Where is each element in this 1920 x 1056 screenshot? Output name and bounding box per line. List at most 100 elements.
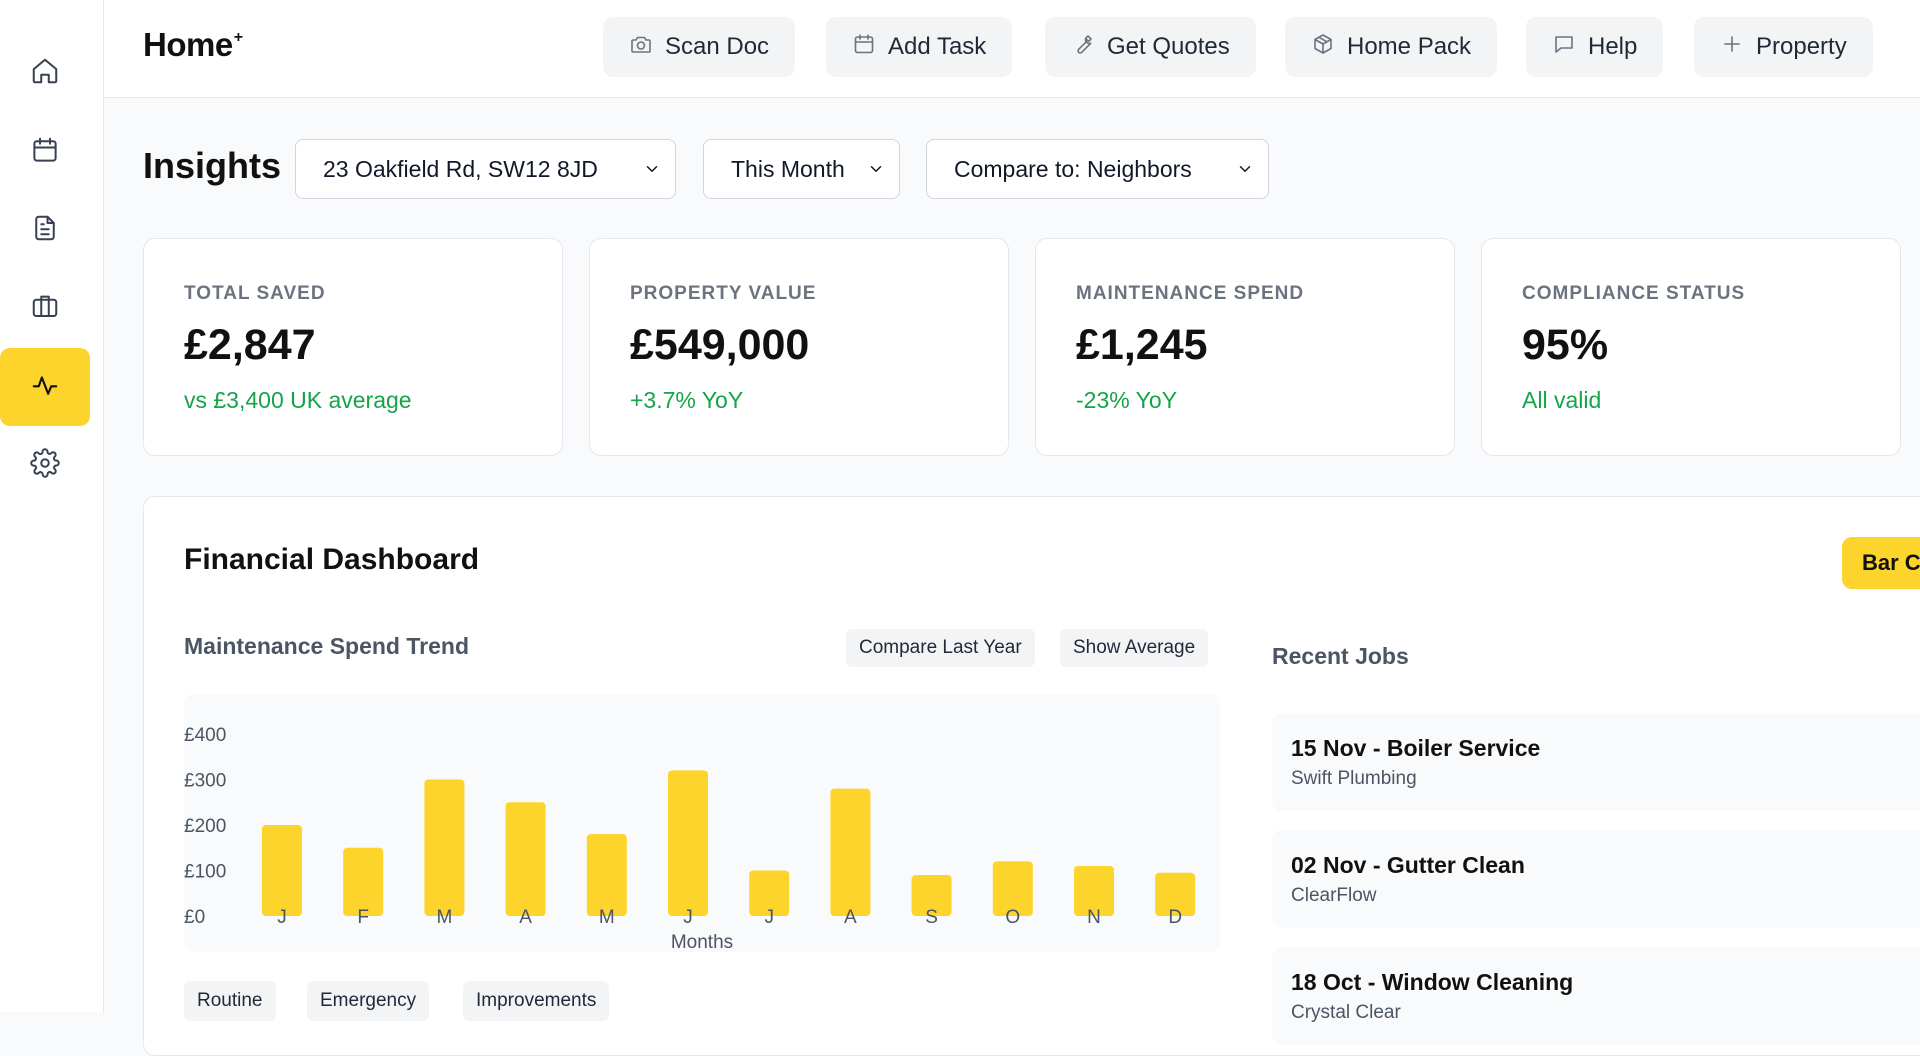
job-card[interactable]: 02 Nov - Gutter Clean ClearFlow [1272,830,1920,928]
plus-icon [1720,32,1744,63]
stat-subtext: -23% YoY [1076,387,1178,413]
calendar-icon [852,32,876,63]
bar [424,779,465,916]
property-select-value: 23 Oakfield Rd, SW12 8JD [323,155,598,182]
top-bar: Home+ Scan Doc Add Task Get Quotes Home … [104,0,1920,98]
activity-icon [30,370,60,405]
chevron-down-icon [870,166,882,172]
camera-icon [629,32,653,63]
brand-name: Home [143,26,233,63]
y-tick-label: £200 [184,816,226,837]
compare-select-value: Compare to: Neighbors [954,155,1192,182]
stat-label: COMPLIANCE STATUS [1522,283,1746,304]
gear-icon [30,447,60,483]
x-tick-label: S [925,907,938,928]
calendar-icon [30,135,60,170]
x-tick-label: A [844,907,857,928]
x-tick-label: M [599,907,615,928]
job-title: 15 Nov - Boiler Service [1291,735,1541,761]
job-title: 18 Oct - Window Cleaning [1291,969,1574,995]
category-filter-routine[interactable]: Routine [184,981,276,1021]
stat-value: £1,245 [1076,321,1208,369]
home-icon [30,56,60,91]
job-card[interactable]: 15 Nov - Boiler Service Swift Plumbing [1272,713,1920,811]
bar [505,802,546,916]
brand-logo[interactable]: Home+ [143,26,243,64]
briefcase-icon [30,291,60,326]
get-quotes-button[interactable]: Get Quotes [1045,17,1256,77]
sidebar-item-settings[interactable] [0,426,90,504]
add-property-label: Property [1756,33,1847,60]
stat-card-maintenance-spend: MAINTENANCE SPEND £1,245 -23% YoY [1035,238,1455,456]
sidebar-item-documents[interactable] [0,191,90,269]
property-select[interactable]: 23 Oakfield Rd, SW12 8JD [295,139,676,199]
bar [668,770,708,916]
add-task-button[interactable]: Add Task [826,17,1013,77]
maintenance-spend-chart: £0 £100 £200 £300 £400 J F M A M J J A S O N D Months [184,694,1220,952]
home-pack-label: Home Pack [1347,33,1472,60]
x-tick-label: J [764,907,774,928]
period-select[interactable]: This Month [703,139,900,199]
y-tick-label: £100 [184,862,226,883]
help-button[interactable]: Help [1526,17,1664,77]
get-quotes-label: Get Quotes [1107,33,1230,60]
job-card[interactable]: 18 Oct - Window Cleaning Crystal Clear [1272,947,1920,1045]
y-tick-label: £400 [184,725,226,746]
stat-card-property-value: PROPERTY VALUE £549,000 +3.7% YoY [589,238,1009,456]
stat-subtext: All valid [1522,387,1602,413]
category-filter-improvements[interactable]: Improvements [463,981,610,1021]
job-title: 02 Nov - Gutter Clean [1291,852,1525,878]
sidebar [0,0,104,1012]
job-company: Crystal Clear [1291,1002,1401,1023]
recent-jobs-title: Recent Jobs [1272,643,1409,669]
stat-value: £2,847 [184,321,316,369]
compare-select[interactable]: Compare to: Neighbors [926,139,1269,199]
bar [830,788,871,916]
period-select-value: This Month [731,155,845,182]
stat-subtext: vs £3,400 UK average [184,387,412,413]
compare-last-year-button[interactable]: Compare Last Year [846,629,1035,667]
wrench-icon [1071,32,1095,63]
category-filter-emergency[interactable]: Emergency [307,981,430,1021]
financial-dashboard-panel: Financial Dashboard Bar C Maintenance Sp… [143,496,1920,1056]
x-tick-label: N [1087,907,1101,928]
chevron-down-icon [646,166,658,172]
stat-value: £549,000 [630,321,810,369]
x-tick-label: O [1005,907,1020,928]
x-tick-label: J [683,907,693,928]
x-tick-label: F [357,907,369,928]
show-average-button[interactable]: Show Average [1060,629,1209,667]
add-task-label: Add Task [888,33,987,60]
stat-label: TOTAL SAVED [184,283,326,304]
bar-chart: £0 £100 £200 £300 £400 J F M A M J J A S O N D Months [184,725,1196,952]
sidebar-item-calendar[interactable] [0,113,90,191]
sidebar-item-insights[interactable] [0,348,90,426]
stat-card-total-saved: TOTAL SAVED £2,847 vs £3,400 UK average [143,238,563,456]
stat-card-compliance-status: COMPLIANCE STATUS 95% All valid [1481,238,1901,456]
page-title: Insights [143,145,282,186]
sidebar-item-home[interactable] [0,34,90,112]
stat-label: MAINTENANCE SPEND [1076,283,1305,304]
sidebar-item-services[interactable] [0,269,90,347]
job-company: Swift Plumbing [1291,768,1417,789]
stat-value: 95% [1522,321,1609,369]
x-tick-label: M [436,907,452,928]
chart-title: Maintenance Spend Trend [184,633,469,659]
scan-doc-label: Scan Doc [665,33,770,60]
document-icon [30,213,60,248]
add-property-button[interactable]: Property [1694,17,1873,77]
home-pack-button[interactable]: Home Pack [1285,17,1498,77]
job-company: ClearFlow [1291,885,1377,906]
chart-type-toggle[interactable]: Bar C [1842,537,1920,589]
help-label: Help [1588,33,1638,60]
stat-label: PROPERTY VALUE [630,283,817,304]
bar [343,847,384,916]
scan-doc-button[interactable]: Scan Doc [603,17,796,77]
x-tick-label: D [1168,907,1182,928]
bar [262,825,302,916]
x-tick-label: A [519,907,532,928]
x-tick-label: J [277,907,287,928]
chevron-down-icon [1239,166,1251,172]
chat-icon [1552,32,1576,63]
x-axis-label: Months [671,932,733,952]
